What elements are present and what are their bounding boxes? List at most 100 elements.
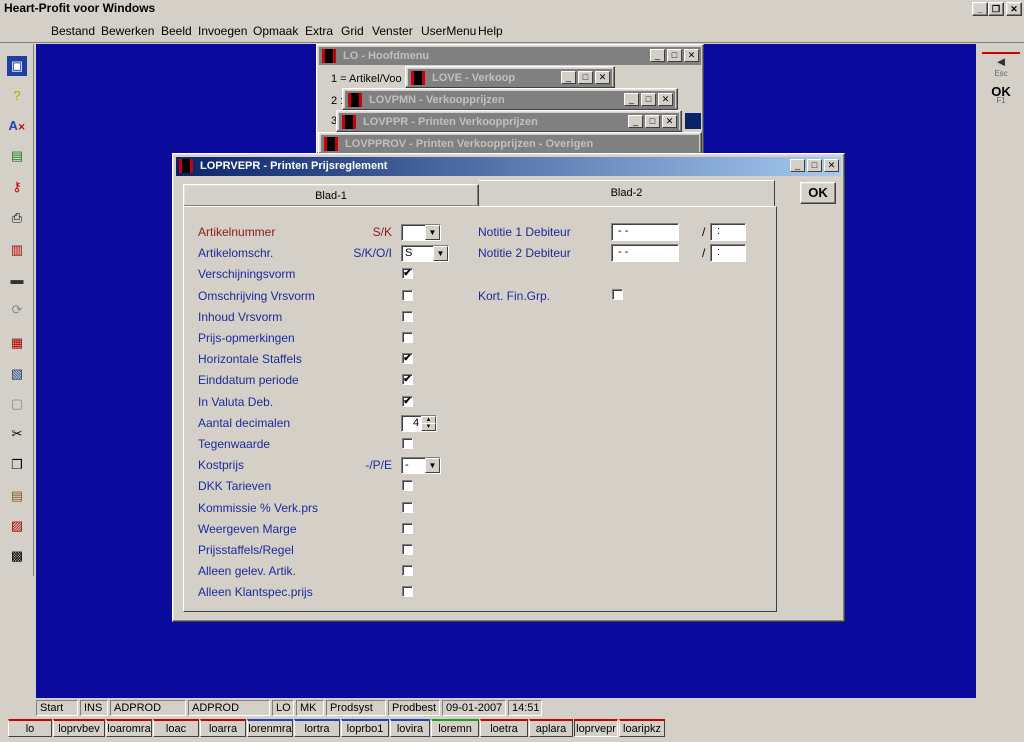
- tab-blad-1[interactable]: Blad-1: [183, 184, 479, 206]
- dropdown-arrow-icon[interactable]: ▼: [425, 225, 440, 240]
- menu-invoegen[interactable]: Invoegen: [198, 24, 247, 38]
- notitie1-date-input[interactable]: - -: [611, 223, 679, 241]
- taskbar-item-lovira[interactable]: lovira: [390, 719, 430, 737]
- copy-icon[interactable]: ❐: [7, 455, 27, 475]
- properties-icon[interactable]: ▩: [7, 546, 27, 566]
- field-checkbox[interactable]: [402, 586, 413, 597]
- font-icon[interactable]: A✕: [7, 116, 27, 136]
- tab-blad-2[interactable]: Blad-2: [479, 180, 775, 206]
- notitie2-time-input[interactable]: :: [710, 244, 746, 262]
- restore-button[interactable]: ❐: [988, 2, 1004, 16]
- chart-icon[interactable]: ▧: [7, 364, 27, 384]
- calculator-icon[interactable]: ▤: [7, 146, 27, 166]
- window-icon[interactable]: ▢: [7, 394, 27, 414]
- notitie1-time-input[interactable]: :: [710, 223, 746, 241]
- close-icon[interactable]: ✕: [658, 93, 673, 106]
- menu-bewerken[interactable]: Bewerken: [101, 24, 154, 38]
- app-window-icon: [411, 71, 425, 85]
- close-icon[interactable]: ✕: [824, 159, 839, 172]
- verkoopprijzen-window[interactable]: LOVPMN - Verkoopprijzen _ □ ✕: [342, 88, 678, 110]
- taskbar-item-loremn[interactable]: loremn: [431, 719, 479, 737]
- menu-opmaak[interactable]: Opmaak: [253, 24, 298, 38]
- verkoop-window[interactable]: LOVE - Verkoop _ □ ✕: [405, 66, 615, 88]
- key-icon[interactable]: ⚷: [7, 177, 27, 197]
- paste-icon[interactable]: ▤: [7, 486, 27, 506]
- dropdown-arrow-icon[interactable]: ▼: [433, 246, 448, 261]
- taskbar-item-loaripkz[interactable]: loaripkz: [619, 719, 665, 737]
- taskbar-item-loprbo1[interactable]: loprbo1: [341, 719, 389, 737]
- kort-fin-grp-checkbox[interactable]: [612, 289, 623, 300]
- field-checkbox[interactable]: ✔: [402, 374, 413, 385]
- field-checkbox[interactable]: [402, 544, 413, 555]
- field-checkbox[interactable]: ✔: [402, 353, 413, 364]
- help-icon[interactable]: ?: [7, 86, 27, 106]
- close-button[interactable]: ✕: [1006, 2, 1022, 16]
- spin-down-icon[interactable]: ▼: [421, 423, 436, 431]
- hoofdmenu-line1[interactable]: 1 = Artikel/Voo: [331, 73, 402, 85]
- maximize-icon[interactable]: □: [578, 71, 593, 84]
- export-icon[interactable]: ▦: [7, 333, 27, 353]
- menu-bestand[interactable]: Bestand: [51, 24, 95, 38]
- minimize-icon[interactable]: _: [624, 93, 639, 106]
- menu-usermenu[interactable]: UserMenu: [421, 24, 476, 38]
- minimize-icon[interactable]: _: [561, 71, 576, 84]
- grid-icon[interactable]: ▬: [7, 270, 27, 290]
- menu-extra[interactable]: Extra: [305, 24, 333, 38]
- taskbar-item-lo[interactable]: lo: [8, 719, 52, 737]
- maximize-icon[interactable]: □: [645, 115, 660, 128]
- field-checkbox[interactable]: [402, 523, 413, 534]
- ok-button[interactable]: OK: [800, 182, 836, 204]
- field-checkbox[interactable]: [402, 311, 413, 322]
- ok-toolbar-button[interactable]: OK F1: [982, 84, 1020, 112]
- overige-window[interactable]: LOVPPROV - Printen Verkoopprijzen - Over…: [318, 132, 702, 154]
- taskbar-item-loetra[interactable]: loetra: [480, 719, 528, 737]
- field-checkbox[interactable]: [402, 332, 413, 343]
- menu-venster[interactable]: Venster: [372, 24, 413, 38]
- printen-window[interactable]: LOVPPR - Printen Verkoopprijzen _ □ ✕: [336, 110, 682, 132]
- taskbar-item-loprvepr[interactable]: loprvepr: [574, 719, 618, 737]
- decimals-spinner[interactable]: 4 ▲ ▼: [401, 415, 437, 432]
- close-icon[interactable]: ✕: [684, 49, 699, 62]
- field-checkbox[interactable]: [402, 502, 413, 513]
- form-icon[interactable]: ▣: [7, 56, 27, 76]
- taskbar-item-loarra[interactable]: loarra: [200, 719, 246, 737]
- field-checkbox[interactable]: [402, 290, 413, 301]
- taskbar-item-loac[interactable]: loac: [153, 719, 199, 737]
- report-icon[interactable]: ▥: [7, 240, 27, 260]
- f1-label: F1: [996, 96, 1006, 105]
- print-icon[interactable]: ⎙: [7, 208, 27, 228]
- field-checkbox[interactable]: ✔: [402, 268, 413, 279]
- taskbar-item-loaromra[interactable]: loaromra: [106, 719, 152, 737]
- minimize-icon[interactable]: _: [650, 49, 665, 62]
- field-combo[interactable]: S ▼: [401, 245, 449, 262]
- minimize-icon[interactable]: _: [628, 115, 643, 128]
- cut-icon[interactable]: ✂: [7, 424, 27, 444]
- field-label: Aantal decimalen: [198, 416, 291, 430]
- maximize-icon[interactable]: □: [807, 159, 822, 172]
- delete-icon[interactable]: ▨: [7, 516, 27, 536]
- taskbar-item-lorenmra[interactable]: lorenmra: [247, 719, 293, 737]
- minimize-button[interactable]: _: [972, 2, 988, 16]
- field-checkbox[interactable]: ✔: [402, 396, 413, 407]
- minimize-icon[interactable]: _: [790, 159, 805, 172]
- menu-help[interactable]: Help: [478, 24, 503, 38]
- combo-value: -: [405, 459, 409, 471]
- menu-beeld[interactable]: Beeld: [161, 24, 192, 38]
- maximize-icon[interactable]: □: [641, 93, 656, 106]
- field-checkbox[interactable]: [402, 438, 413, 449]
- refresh-icon[interactable]: ⟳: [7, 300, 27, 320]
- field-combo[interactable]: - ▼: [401, 457, 441, 474]
- close-icon[interactable]: ✕: [662, 115, 677, 128]
- menu-grid[interactable]: Grid: [341, 24, 364, 38]
- dropdown-arrow-icon[interactable]: ▼: [425, 458, 440, 473]
- taskbar-item-loprvbev[interactable]: loprvbev: [53, 719, 105, 737]
- field-checkbox[interactable]: [402, 480, 413, 491]
- taskbar-item-aplara[interactable]: aplara: [529, 719, 573, 737]
- field-combo[interactable]: ▼: [401, 224, 441, 241]
- close-icon[interactable]: ✕: [595, 71, 610, 84]
- esc-button[interactable]: ◄ Esc: [982, 52, 1020, 82]
- field-checkbox[interactable]: [402, 565, 413, 576]
- notitie2-date-input[interactable]: - -: [611, 244, 679, 262]
- taskbar-item-lortra[interactable]: lortra: [294, 719, 340, 737]
- maximize-icon[interactable]: □: [667, 49, 682, 62]
